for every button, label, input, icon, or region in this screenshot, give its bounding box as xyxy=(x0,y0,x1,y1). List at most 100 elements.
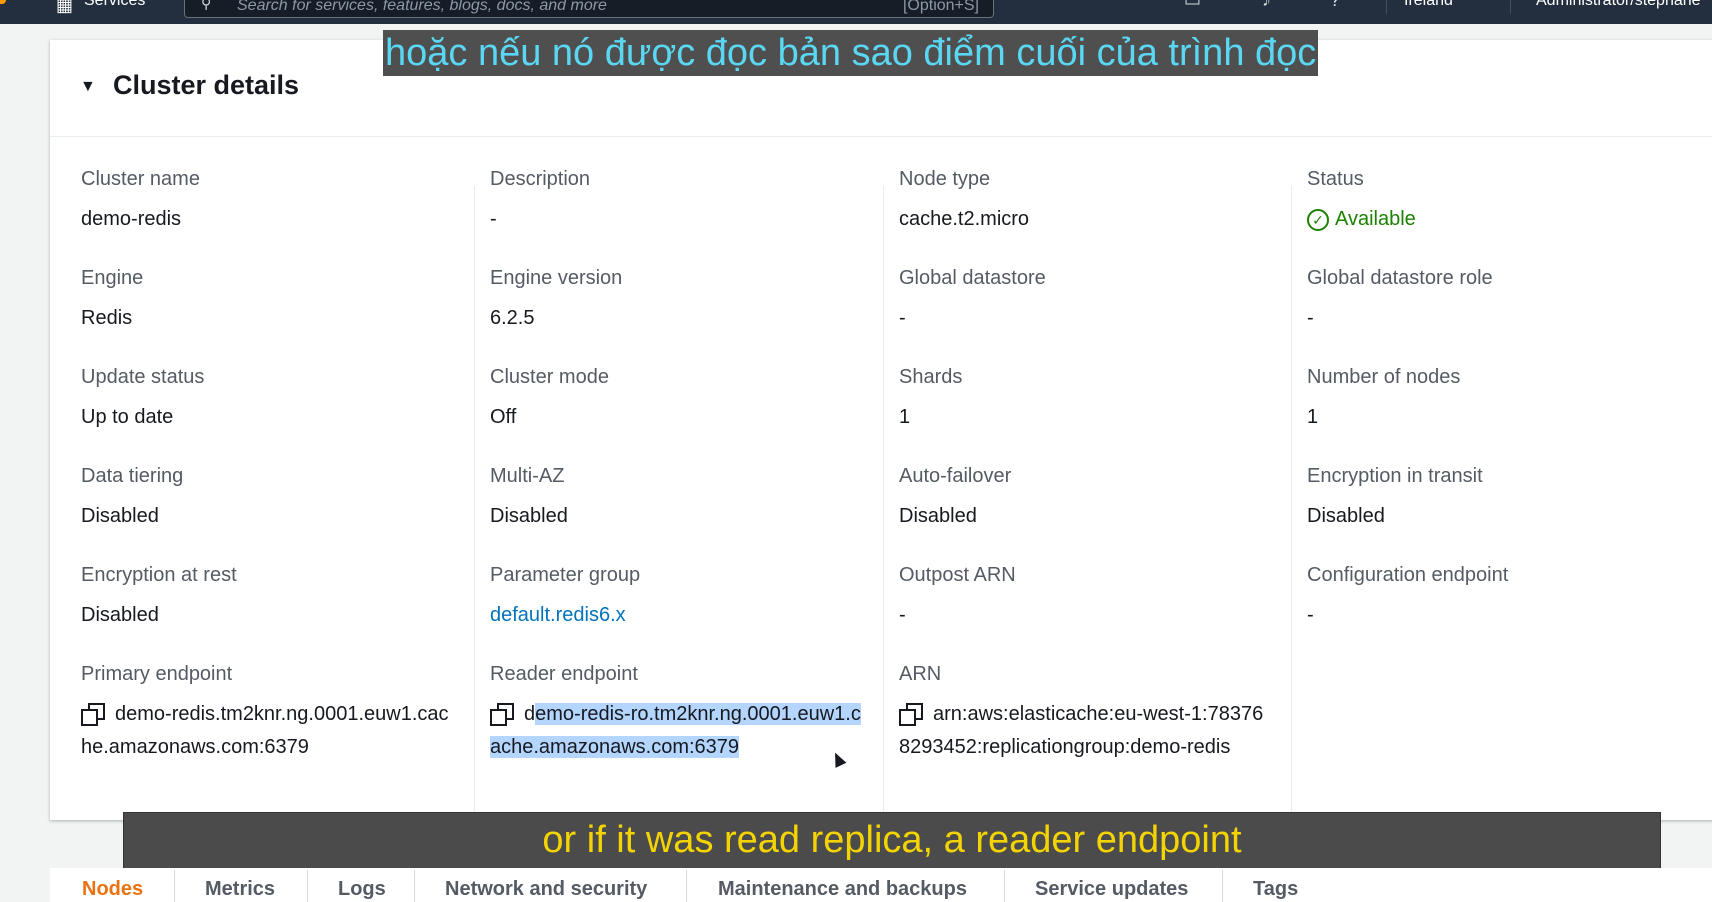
field-label: Node type xyxy=(899,168,991,190)
top-navigation: ▦ Services ⚲ Search for services, featur… xyxy=(0,0,1712,24)
panel-title: Cluster details xyxy=(113,70,300,100)
field-label: Parameter group xyxy=(490,564,641,586)
field-value: - xyxy=(899,604,906,626)
field-cluster-name: Cluster name demo-redis xyxy=(81,167,200,236)
field-value: demo-redis xyxy=(81,208,182,230)
field-auto-failover: Auto-failover Disabled xyxy=(899,464,1011,533)
tab-network-and-security[interactable]: Network and security xyxy=(445,878,647,901)
field-label: Encryption in transit xyxy=(1307,465,1483,487)
field-number-of-nodes: Number of nodes 1 xyxy=(1307,365,1460,434)
cluster-details-panel: ▼ Cluster details Cluster name demo-redi… xyxy=(50,40,1712,846)
tab-nodes[interactable]: Nodes xyxy=(82,878,143,901)
tab-bar: Nodes Metrics Logs Network and security … xyxy=(50,868,1712,902)
field-label: Configuration endpoint xyxy=(1307,564,1509,586)
region-selector[interactable]: Ireland xyxy=(1404,0,1453,10)
notifications-icon[interactable]: ♪ xyxy=(1262,0,1271,11)
services-grid-icon[interactable]: ▦ xyxy=(56,0,73,14)
copy-icon[interactable] xyxy=(899,703,923,726)
field-update-status: Update status Up to date xyxy=(81,365,204,434)
field-arn: ARN arn:aws:elasticache:eu-west-1:783768… xyxy=(899,662,1273,764)
field-parameter-group: Parameter group default.redis6.x xyxy=(490,563,640,632)
field-value: Disabled xyxy=(899,505,977,527)
field-label: Status xyxy=(1307,168,1364,190)
field-value: Disabled xyxy=(81,604,159,626)
search-input[interactable]: ⚲ Search for services, features, blogs, … xyxy=(184,0,994,18)
search-shortcut: [Option+S] xyxy=(902,0,979,14)
cloudshell-icon[interactable]: ▭ xyxy=(1184,0,1201,11)
field-label: Multi-AZ xyxy=(490,465,565,487)
endpoint-text: d xyxy=(524,703,536,725)
field-label: Engine version xyxy=(490,267,623,289)
field-label: Number of nodes xyxy=(1307,366,1461,388)
tab-maintenance-and-backups[interactable]: Maintenance and backups xyxy=(718,878,967,901)
field-value: 1 xyxy=(899,406,911,428)
field-label: Outpost ARN xyxy=(899,564,1016,586)
copy-icon[interactable] xyxy=(490,703,514,726)
arn-value[interactable]: arn:aws:elasticache:eu-west-1:7837682934… xyxy=(899,698,1273,764)
field-value: Up to date xyxy=(81,406,174,428)
field-configuration-endpoint: Configuration endpoint - xyxy=(1307,563,1508,632)
field-value: - xyxy=(1307,604,1314,626)
field-description: Description - xyxy=(490,167,590,236)
field-label: Update status xyxy=(81,366,205,388)
field-label: Primary endpoint xyxy=(81,663,233,685)
field-reader-endpoint: Reader endpoint demo-redis-ro.tm2knr.ng.… xyxy=(490,662,866,764)
services-menu[interactable]: Services xyxy=(84,0,145,10)
field-label: Cluster name xyxy=(81,168,200,190)
field-value: - xyxy=(490,208,497,230)
field-label: Global datastore xyxy=(899,267,1046,289)
status-badge: ✓ Available xyxy=(1307,203,1416,236)
tab-metrics[interactable]: Metrics xyxy=(205,878,275,901)
arn-text: arn:aws:elasticache:eu-west-1:7837682934… xyxy=(899,703,1264,758)
reader-endpoint-value[interactable]: demo-redis-ro.tm2knr.ng.0001.euw1.cache.… xyxy=(490,698,866,764)
field-cluster-mode: Cluster mode Off xyxy=(490,365,609,434)
aws-logo[interactable] xyxy=(0,0,6,4)
column-divider xyxy=(474,186,475,846)
field-value: 6.2.5 xyxy=(490,307,535,329)
field-global-datastore-role: Global datastore role - xyxy=(1307,266,1493,335)
field-outpost-arn: Outpost ARN - xyxy=(899,563,1016,632)
status-text: Available xyxy=(1335,208,1416,230)
tab-service-updates[interactable]: Service updates xyxy=(1035,878,1188,901)
tab-divider xyxy=(686,870,687,902)
tab-divider xyxy=(1004,870,1005,902)
nav-divider xyxy=(1510,0,1511,14)
help-icon[interactable]: ? xyxy=(1330,0,1340,11)
field-label: ARN xyxy=(899,663,942,685)
field-label: Cluster mode xyxy=(490,366,609,388)
subtitle-top: hoặc nếu nó được đọc bản sao điểm cuối c… xyxy=(383,30,1319,76)
selected-text: emo-redis-ro.tm2knr.ng.0001.euw1.cache.a… xyxy=(490,703,861,758)
field-value: - xyxy=(899,307,906,329)
account-menu[interactable]: Administrator/stephane xyxy=(1536,0,1701,10)
endpoint-text: demo-redis.tm2knr.ng.0001.euw1.cache.ama… xyxy=(81,703,449,758)
field-status: Status ✓ Available xyxy=(1307,167,1416,236)
field-engine: Engine Redis xyxy=(81,266,143,335)
copy-icon[interactable] xyxy=(81,703,105,726)
field-label: Engine xyxy=(81,267,144,289)
field-label: Shards xyxy=(899,366,963,388)
primary-endpoint-value[interactable]: demo-redis.tm2knr.ng.0001.euw1.cache.ama… xyxy=(81,698,453,764)
caret-down-icon[interactable]: ▼ xyxy=(80,78,96,96)
parameter-group-link[interactable]: default.redis6.x xyxy=(490,599,640,632)
tab-divider xyxy=(174,870,175,902)
field-label: Data tiering xyxy=(81,465,184,487)
field-value: Disabled xyxy=(1307,505,1385,527)
field-label: Encryption at rest xyxy=(81,564,237,586)
field-value: - xyxy=(1307,307,1314,329)
field-value: 1 xyxy=(1307,406,1319,428)
field-value: Disabled xyxy=(81,505,159,527)
field-value: Disabled xyxy=(490,505,568,527)
subtitle-bottom: or if it was read replica, a reader endp… xyxy=(123,812,1661,869)
field-label: Global datastore role xyxy=(1307,267,1493,289)
field-label: Auto-failover xyxy=(899,465,1012,487)
field-shards: Shards 1 xyxy=(899,365,962,434)
column-divider xyxy=(883,186,884,846)
field-value: Redis xyxy=(81,307,133,329)
column-divider xyxy=(1291,186,1292,846)
field-encryption-in-transit: Encryption in transit Disabled xyxy=(1307,464,1483,533)
tab-tags[interactable]: Tags xyxy=(1253,878,1298,901)
tab-logs[interactable]: Logs xyxy=(338,878,386,901)
tab-divider xyxy=(307,870,308,902)
field-node-type: Node type cache.t2.micro xyxy=(899,167,1029,236)
field-data-tiering: Data tiering Disabled xyxy=(81,464,183,533)
